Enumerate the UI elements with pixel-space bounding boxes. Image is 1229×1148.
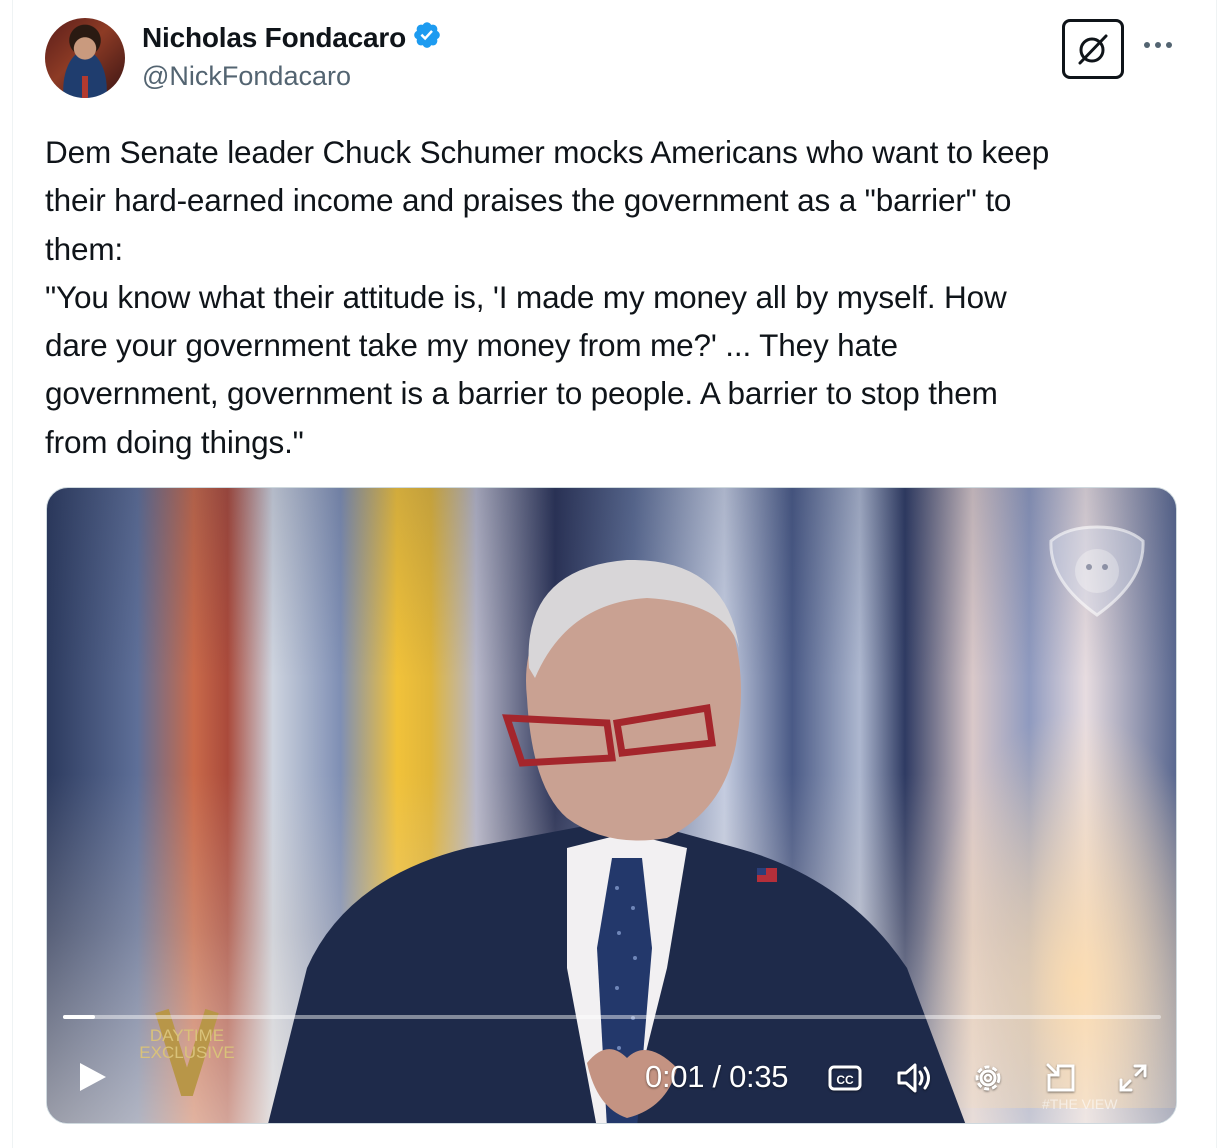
settings-icon: [975, 1065, 1001, 1091]
picture-in-picture-icon: [1046, 1063, 1075, 1092]
play-icon: [80, 1063, 106, 1091]
volume-button[interactable]: [893, 1058, 937, 1098]
channel-logo-watermark: [1049, 525, 1145, 617]
tweet-text: Dem Senate leader Chuck Schumer mocks Am…: [45, 128, 1185, 466]
verified-badge-icon[interactable]: [412, 20, 442, 55]
author-name-row: Nicholas Fondacaro: [142, 20, 442, 55]
tweet-text-line: government, government is a barrier to p…: [45, 375, 998, 412]
captions-button[interactable]: CC: [823, 1058, 867, 1098]
video-player[interactable]: DAYTIME EXCLUSIVE 0:01 / 0:35 CC #THE VI…: [46, 487, 1177, 1124]
settings-button[interactable]: [966, 1058, 1010, 1098]
video-frame-person: [268, 559, 966, 1123]
author-display-name[interactable]: Nicholas Fondacaro: [142, 22, 406, 54]
video-progress-fill: [63, 1015, 95, 1019]
tweet-text-line: dare your government take my money from …: [45, 327, 898, 364]
fullscreen-icon: [1119, 1064, 1147, 1092]
picture-in-picture-button[interactable]: [1039, 1058, 1083, 1098]
more-button[interactable]: [1140, 30, 1176, 60]
grok-icon: [1078, 34, 1108, 65]
corner-text: #THE VIEW: [1042, 1096, 1118, 1112]
captions-icon: CC: [828, 1065, 862, 1091]
video-progress-bar[interactable]: [63, 1015, 1161, 1019]
tweet-text-line: them:: [45, 230, 124, 267]
tweet-text-line: their hard-earned income and praises the…: [45, 182, 1012, 219]
video-controls: 0:01 / 0:35 CC: [47, 1048, 1176, 1108]
more-icon: [1144, 42, 1172, 48]
tweet-text-line: "You know what their attitude is, 'I mad…: [45, 278, 1007, 315]
volume-icon: [897, 1063, 930, 1093]
grok-button[interactable]: [1062, 19, 1124, 79]
video-time: 0:01 / 0:35: [645, 1059, 789, 1094]
tweet-text-line: Dem Senate leader Chuck Schumer mocks Am…: [45, 134, 1050, 170]
svg-text:CC: CC: [836, 1073, 854, 1087]
tweet-text-line: from doing things.": [45, 423, 304, 460]
play-button[interactable]: [75, 1060, 113, 1098]
author-handle[interactable]: @NickFondacaro: [142, 61, 351, 92]
fullscreen-button[interactable]: [1111, 1058, 1155, 1098]
avatar[interactable]: [45, 18, 125, 98]
